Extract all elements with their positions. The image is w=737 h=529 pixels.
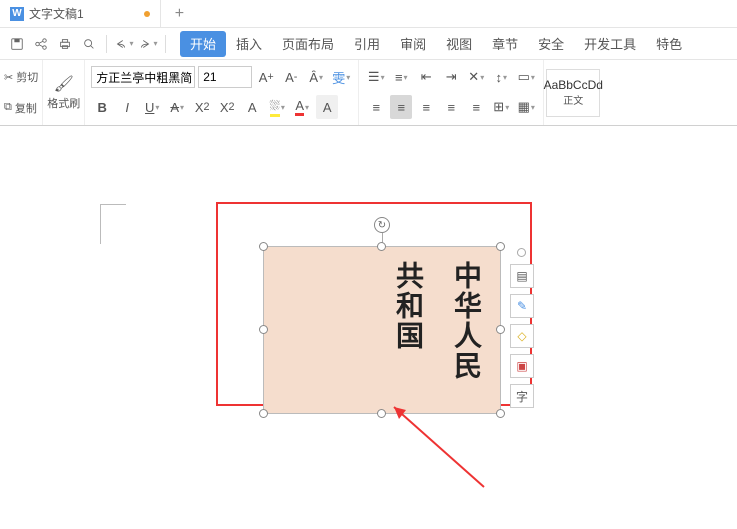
separator-icon	[165, 35, 166, 53]
menu-special[interactable]: 特色	[646, 31, 692, 57]
align-left-button[interactable]: ≡	[365, 95, 387, 119]
menu-chapter[interactable]: 章节	[482, 31, 528, 57]
rotate-handle[interactable]: ↻	[374, 217, 390, 233]
menu-references[interactable]: 引用	[344, 31, 390, 57]
outdent-button[interactable]: ⇤	[415, 65, 437, 89]
menu-start[interactable]: 开始	[180, 31, 226, 57]
menu-pagelayout[interactable]: 页面布局	[272, 31, 344, 57]
resize-handle-tr[interactable]	[496, 242, 505, 251]
paragraph-group: ☰▾ ≡▾ ⇤ ⇥ ✕▾ ↕▾ ▭▾ ≡ ≡ ≡ ≡ ≡ ⊞▾ ▦▾	[359, 60, 544, 125]
undo-button[interactable]: ▾	[113, 33, 135, 55]
resize-handle-t[interactable]	[377, 242, 386, 251]
print-preview-button[interactable]	[78, 33, 100, 55]
page-corner-icon	[100, 204, 126, 244]
change-case-button[interactable]: Ȃ▾	[305, 65, 327, 89]
outline-tool-button[interactable]: ◇	[510, 324, 534, 348]
clear-format-button[interactable]: A	[241, 95, 263, 119]
menu-devtools[interactable]: 开发工具	[574, 31, 646, 57]
style-normal[interactable]: AaBbCcDd 正文	[546, 69, 600, 117]
decrease-font-button[interactable]: A-	[280, 65, 302, 89]
fill-tool-button[interactable]: ✎	[510, 294, 534, 318]
align-distribute-button[interactable]: ≡	[465, 95, 487, 119]
document-canvas[interactable]: ↻ 中华人民 共和国 ▤ ✎ ◇ ▣ 字	[0, 126, 737, 529]
modified-dot-icon	[144, 11, 150, 17]
share-button[interactable]	[30, 33, 52, 55]
clipboard-group: ✂剪切 ⧉复制	[0, 60, 43, 125]
chevron-down-icon: ▾	[153, 39, 157, 48]
borders-button[interactable]: ▦▾	[515, 95, 537, 119]
resize-handle-bl[interactable]	[259, 409, 268, 418]
style-group: AaBbCcDd 正文	[544, 60, 602, 125]
subscript-button[interactable]: X2	[216, 95, 238, 119]
shading-button[interactable]: ▭▾	[515, 65, 537, 89]
menu-bar: 开始 插入 页面布局 引用 审阅 视图 章节 安全 开发工具 特色	[180, 31, 692, 57]
layout-options-button[interactable]: ▤	[510, 264, 534, 288]
style-label: 正文	[563, 92, 583, 107]
copy-icon: ⧉	[4, 101, 12, 114]
text-line-1: 中华人民	[446, 261, 486, 381]
doc-icon	[10, 7, 24, 21]
font-color-button[interactable]: A▾	[291, 95, 313, 119]
tab-title: 文字文稿1	[29, 5, 84, 22]
style-sample: AaBbCcDd	[544, 78, 603, 92]
float-tool-stack: ▤ ✎ ◇ ▣ 字	[510, 264, 534, 408]
menu-review[interactable]: 审阅	[390, 31, 436, 57]
document-tab[interactable]: 文字文稿1	[0, 0, 161, 28]
align-center-button[interactable]: ≡	[390, 95, 412, 119]
bold-button[interactable]: B	[91, 95, 113, 119]
asian-layout-button[interactable]: ✕▾	[465, 65, 487, 89]
char-shading-button[interactable]: A	[316, 95, 338, 119]
indent-button[interactable]: ⇥	[440, 65, 462, 89]
line-spacing-button[interactable]: ↕▾	[490, 65, 512, 89]
text-box-shape[interactable]: ↻ 中华人民 共和国	[263, 246, 501, 414]
font-size-select[interactable]: 21	[198, 66, 252, 88]
shape-effects-button[interactable]: ▣	[510, 354, 534, 378]
align-justify-button[interactable]: ≡	[440, 95, 462, 119]
italic-button[interactable]: I	[116, 95, 138, 119]
superscript-button[interactable]: X2	[191, 95, 213, 119]
cut-button[interactable]: ✂剪切	[4, 67, 38, 87]
vertical-text[interactable]: 中华人民 共和国	[388, 261, 486, 381]
annotation-arrow-icon	[384, 402, 494, 492]
highlight-button[interactable]: ⛆▾	[266, 95, 288, 119]
font-name-select[interactable]: 方正兰亭中粗黑简	[91, 66, 195, 88]
print-button[interactable]	[54, 33, 76, 55]
scissors-icon: ✂	[4, 71, 13, 84]
tab-settings-button[interactable]: ⊞▾	[490, 95, 512, 119]
chevron-down-icon: ▾	[129, 39, 133, 48]
brush-icon: 🖌	[54, 74, 74, 94]
text-tool-button[interactable]: 字	[510, 384, 534, 408]
align-right-button[interactable]: ≡	[415, 95, 437, 119]
increase-font-button[interactable]: A+	[255, 65, 277, 89]
menu-view[interactable]: 视图	[436, 31, 482, 57]
quick-access: ▾ ▾	[6, 33, 170, 55]
resize-handle-r[interactable]	[496, 325, 505, 334]
painter-group: 🖌 格式刷	[43, 60, 85, 125]
phonetic-button[interactable]: 雯▾	[330, 65, 352, 89]
tab-bar: 文字文稿1 +	[0, 0, 737, 28]
separator-icon	[106, 35, 107, 53]
font-group: 方正兰亭中粗黑简 21 A+ A- Ȃ▾ 雯▾ B I U▾ A▾ X2 X2 …	[85, 60, 359, 125]
underline-button[interactable]: U▾	[141, 95, 163, 119]
format-painter-button[interactable]: 🖌 格式刷	[47, 74, 80, 111]
menu-security[interactable]: 安全	[528, 31, 574, 57]
tab-add-button[interactable]: +	[161, 5, 198, 23]
menu-insert[interactable]: 插入	[226, 31, 272, 57]
text-line-2: 共和国	[388, 261, 428, 381]
copy-button[interactable]: ⧉复制	[4, 98, 38, 118]
resize-handle-l[interactable]	[259, 325, 268, 334]
strikethrough-button[interactable]: A▾	[166, 95, 188, 119]
redo-button[interactable]: ▾	[137, 33, 159, 55]
wrap-handle-icon[interactable]	[517, 248, 526, 257]
ribbon: ✂剪切 ⧉复制 🖌 格式刷 方正兰亭中粗黑简 21 A+ A- Ȃ▾ 雯▾ B …	[0, 60, 737, 126]
bullets-button[interactable]: ☰▾	[365, 65, 387, 89]
resize-handle-tl[interactable]	[259, 242, 268, 251]
menu-row: ▾ ▾ 开始 插入 页面布局 引用 审阅 视图 章节 安全 开发工具 特色	[0, 28, 737, 60]
save-button[interactable]	[6, 33, 28, 55]
resize-handle-b[interactable]	[377, 409, 386, 418]
numbering-button[interactable]: ≡▾	[390, 65, 412, 89]
resize-handle-br[interactable]	[496, 409, 505, 418]
